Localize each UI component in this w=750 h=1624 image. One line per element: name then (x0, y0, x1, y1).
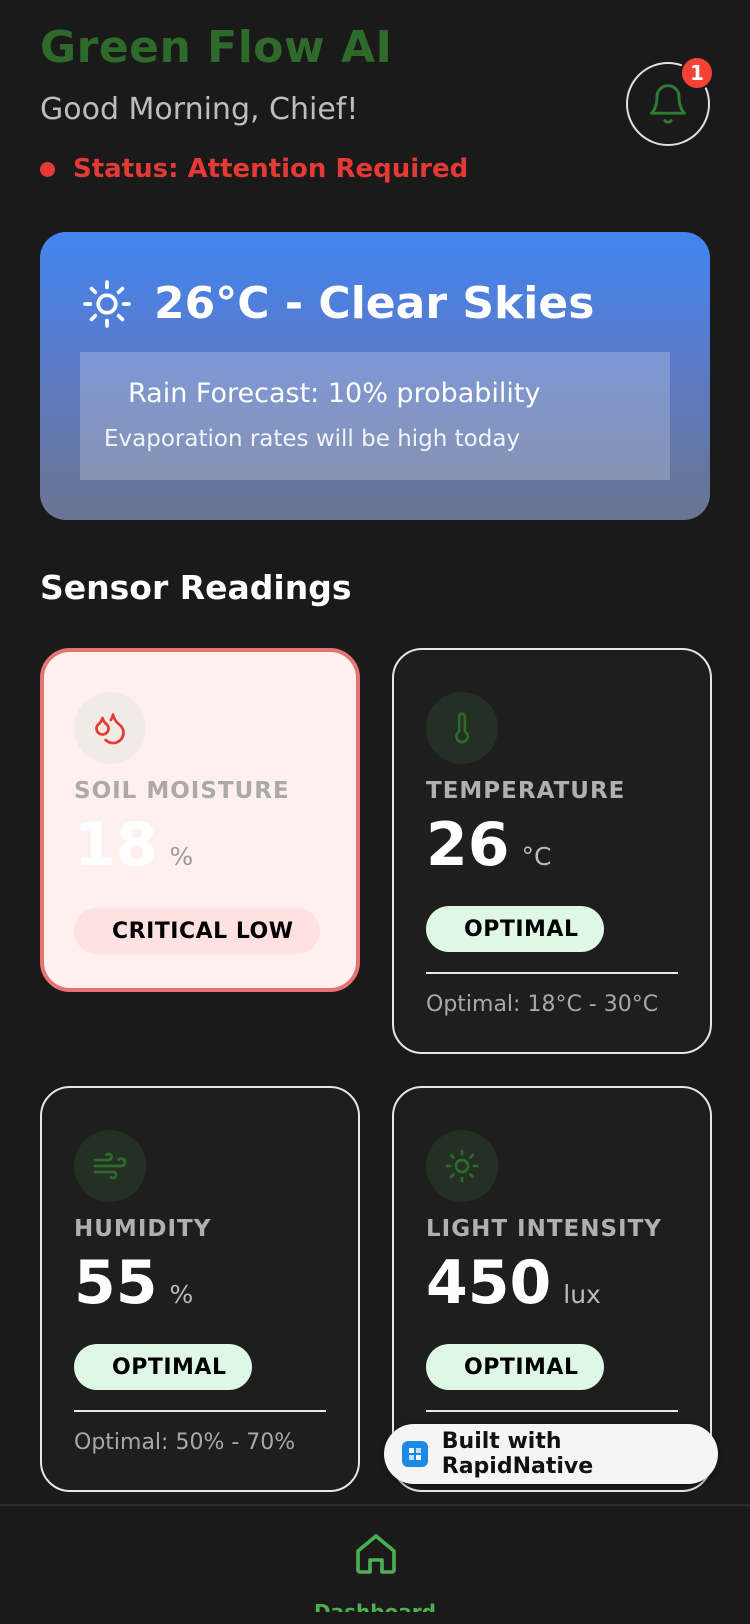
rapidnative-logo-icon (402, 1441, 428, 1467)
sensor-value: 55 % (74, 1248, 193, 1318)
app-title: Green Flow AI (40, 22, 393, 73)
evaporation-note: Evaporation rates will be high today (104, 426, 521, 452)
wind-icon-wrap (74, 1130, 146, 1202)
sensor-value-unit: % (169, 842, 194, 871)
greeting-text: Good Morning, Chief! (40, 92, 359, 127)
sensor-value-unit: lux (563, 1280, 601, 1309)
bell-icon (650, 84, 686, 124)
sensor-label: SOIL MOISTURE (74, 778, 290, 804)
tab-dashboard-label: Dashboard (314, 1600, 436, 1612)
status-dot-icon (40, 161, 55, 177)
droplets-icon-wrap (74, 692, 146, 764)
forecast-box: Rain Forecast: 10% probability Evaporati… (80, 352, 670, 480)
sensor-value: 26 °C (426, 810, 551, 880)
sensor-card-soil-moisture[interactable]: SOIL MOISTURE 18 % CRITICAL LOW (40, 648, 360, 992)
home-icon (356, 1534, 396, 1574)
sun-icon (83, 279, 131, 328)
wind-icon (93, 1152, 127, 1180)
sensor-card-humidity[interactable]: HUMIDITY 55 % OPTIMAL Optimal: 50% - 70% (40, 1086, 360, 1492)
sensor-value-number: 450 (426, 1248, 552, 1318)
status-indicator: Status: Attention Required (40, 154, 468, 184)
weather-title: 26°C - Clear Skies (154, 278, 595, 329)
status-badge: OPTIMAL (74, 1344, 253, 1390)
card-divider (74, 1410, 326, 1412)
section-title-sensor-readings: Sensor Readings (40, 568, 352, 607)
card-divider (426, 972, 678, 974)
built-with-text: Built with RapidNative (441, 1429, 594, 1479)
weather-header: 26°C - Clear Skies (82, 278, 594, 329)
sensor-value-number: 18 (74, 810, 158, 880)
sensor-value-number: 26 (426, 810, 510, 880)
status-badge: OPTIMAL (426, 1344, 605, 1390)
optimal-range: Optimal: 50% - 70% (74, 1430, 296, 1455)
sensor-label: TEMPERATURE (426, 778, 626, 804)
status-text: Status: Attention Required (73, 154, 469, 184)
notification-badge: 1 (680, 56, 714, 90)
bottom-tab-bar: Dashboard (0, 1504, 750, 1624)
sensor-label: HUMIDITY (74, 1216, 212, 1242)
status-badge: CRITICAL LOW (74, 908, 320, 954)
sensor-value-unit: % (169, 1280, 194, 1309)
thermometer-icon-wrap (426, 692, 498, 764)
thermometer-icon (455, 712, 469, 744)
sensor-value-unit: °C (521, 842, 552, 871)
sensor-card-temperature[interactable]: TEMPERATURE 26 °C OPTIMAL Optimal: 18°C … (392, 648, 712, 1054)
weather-card: 26°C - Clear Skies Rain Forecast: 10% pr… (40, 232, 710, 520)
droplets-icon (95, 713, 125, 745)
sensor-value: 18 % (74, 810, 193, 880)
card-divider (426, 1410, 678, 1412)
sun-icon (445, 1149, 479, 1183)
sensor-label: LIGHT INTENSITY (426, 1216, 662, 1242)
built-with-rapidnative-button[interactable]: Built with RapidNative (384, 1424, 718, 1484)
optimal-range: Optimal: 18°C - 30°C (426, 992, 659, 1017)
status-badge: OPTIMAL (426, 906, 605, 952)
rain-forecast: Rain Forecast: 10% probability (128, 378, 541, 409)
sensor-value: 450 lux (426, 1248, 601, 1318)
light-icon-wrap (426, 1130, 498, 1202)
dashboard-screen: Green Flow AI Good Morning, Chief! Statu… (0, 0, 750, 1624)
sensor-value-number: 55 (74, 1248, 158, 1318)
